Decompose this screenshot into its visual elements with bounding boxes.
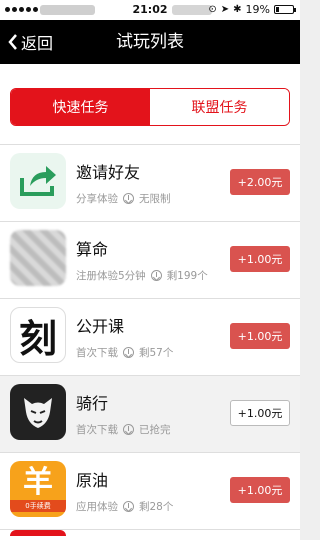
download-icon bbox=[123, 501, 134, 512]
task-desc: 首次下载 bbox=[76, 424, 118, 436]
task-row[interactable]: 邀请好友 分享体验 无限制 +2.00元 bbox=[0, 145, 300, 221]
task-meta: 首次下载 已抢完 bbox=[76, 422, 171, 437]
task-status: 已抢完 bbox=[139, 424, 171, 436]
redacted-area bbox=[172, 5, 212, 15]
task-row[interactable]: 骑行 首次下载 已抢完 +1.00元 bbox=[0, 376, 300, 452]
oil-app-icon: 羊 0手续费 bbox=[10, 461, 66, 517]
back-button[interactable]: 返回 bbox=[8, 20, 53, 64]
task-meta: 首次下载 剩57个 bbox=[76, 345, 173, 360]
task-desc: 首次下载 bbox=[76, 347, 118, 359]
task-desc: 应用体验 bbox=[76, 501, 118, 513]
task-name: 骑行 bbox=[76, 394, 109, 413]
battery-percent: 19% bbox=[245, 3, 270, 16]
task-name: 公开课 bbox=[76, 317, 125, 336]
fortune-app-icon bbox=[10, 230, 66, 286]
task-row[interactable]: 算命 注册体验5分钟 剩199个 +1.00元 bbox=[0, 222, 300, 298]
tab-quick-tasks[interactable]: 快速任务 bbox=[11, 89, 150, 125]
task-row[interactable]: 羊 0手续费 原油 应用体验 剩28个 +1.00元 bbox=[0, 453, 300, 529]
back-label: 返回 bbox=[21, 34, 54, 53]
task-status: 剩57个 bbox=[139, 347, 174, 359]
task-desc: 注册体验5分钟 bbox=[76, 270, 146, 282]
panther-app-icon bbox=[10, 384, 66, 440]
task-name: 邀请好友 bbox=[76, 163, 141, 182]
download-icon bbox=[123, 193, 134, 204]
task-status: 无限制 bbox=[139, 193, 171, 205]
nav-bar: 返回 试玩列表 bbox=[0, 20, 300, 64]
task-meta: 应用体验 剩28个 bbox=[76, 499, 173, 514]
chevron-left-icon bbox=[8, 34, 18, 50]
task-row-partial bbox=[0, 530, 300, 540]
task-segmented-control: 快速任务 联盟任务 bbox=[10, 88, 290, 126]
task-meta: 注册体验5分钟 剩199个 bbox=[76, 268, 208, 283]
reward-button[interactable]: +1.00元 bbox=[230, 246, 290, 272]
battery-icon bbox=[274, 5, 296, 14]
tab-alliance-tasks[interactable]: 联盟任务 bbox=[150, 89, 289, 125]
location-icon: ➤ bbox=[220, 4, 230, 15]
download-icon bbox=[123, 424, 134, 435]
task-meta: 分享体验 无限制 bbox=[76, 191, 171, 206]
oil-icon-tag: 0手续费 bbox=[10, 500, 66, 512]
task-name: 原油 bbox=[76, 471, 109, 490]
reward-button[interactable]: +1.00元 bbox=[230, 477, 290, 503]
download-icon bbox=[123, 347, 134, 358]
status-bar: 21:02 ⊙ ➤ ✱ 19% bbox=[0, 0, 300, 20]
task-status: 剩28个 bbox=[139, 501, 174, 513]
task-row[interactable]: 刻 公开课 首次下载 剩57个 +1.00元 bbox=[0, 299, 300, 375]
reward-button-disabled[interactable]: +1.00元 bbox=[230, 400, 290, 426]
segment-area: 快速任务 联盟任务 bbox=[0, 64, 300, 144]
share-icon bbox=[10, 153, 66, 209]
rotation-lock-icon: ⊙ bbox=[208, 4, 217, 15]
app-icon-partial bbox=[10, 530, 66, 536]
bluetooth-icon: ✱ bbox=[233, 4, 242, 15]
task-status: 剩199个 bbox=[166, 270, 208, 282]
status-right: ⊙ ➤ ✱ 19% bbox=[208, 3, 296, 16]
battery-fill bbox=[276, 7, 279, 12]
task-desc: 分享体验 bbox=[76, 193, 118, 205]
course-app-icon: 刻 bbox=[10, 307, 66, 363]
reward-button[interactable]: +1.00元 bbox=[230, 323, 290, 349]
download-icon bbox=[150, 270, 162, 281]
reward-button[interactable]: +2.00元 bbox=[230, 169, 290, 195]
oil-icon-glyph: 羊 bbox=[23, 465, 53, 500]
task-name: 算命 bbox=[76, 240, 109, 259]
